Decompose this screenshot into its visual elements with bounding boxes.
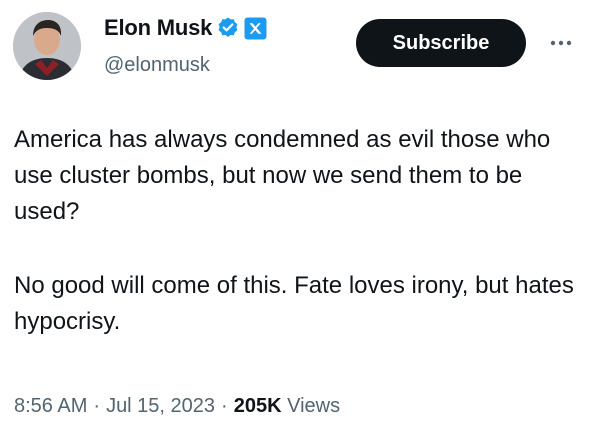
tweet-body: America has always condemned as evil tho… (14, 122, 579, 340)
tweet-paragraph: America has always condemned as evil tho… (14, 126, 551, 225)
tweet-paragraph: No good will come of this. Fate loves ir… (14, 272, 574, 335)
tweet-time[interactable]: 8:56 AM (14, 395, 87, 417)
views-label: Views (287, 395, 341, 417)
author-handle[interactable]: @elonmusk (104, 54, 210, 77)
tweet-meta: 8:56 AM · Jul 15, 2023 · 205K Views (14, 395, 340, 418)
ellipsis-icon (550, 40, 572, 46)
more-options-button[interactable] (543, 28, 579, 58)
tweet-date[interactable]: Jul 15, 2023 (106, 395, 215, 417)
author-display-name[interactable]: Elon Musk (104, 15, 212, 41)
views-count: 205K (233, 395, 282, 417)
tweet-card: Elon Musk @elonmusk Subscribe America ha… (0, 0, 591, 447)
verified-badge-icon[interactable] (216, 16, 240, 40)
meta-separator: · (93, 395, 101, 417)
x-affiliate-icon[interactable] (244, 17, 267, 40)
subscribe-button[interactable]: Subscribe (356, 19, 526, 67)
meta-separator: · (221, 395, 228, 417)
avatar[interactable] (13, 12, 81, 80)
author-name-row: Elon Musk (104, 14, 267, 42)
avatar-image (13, 12, 81, 80)
